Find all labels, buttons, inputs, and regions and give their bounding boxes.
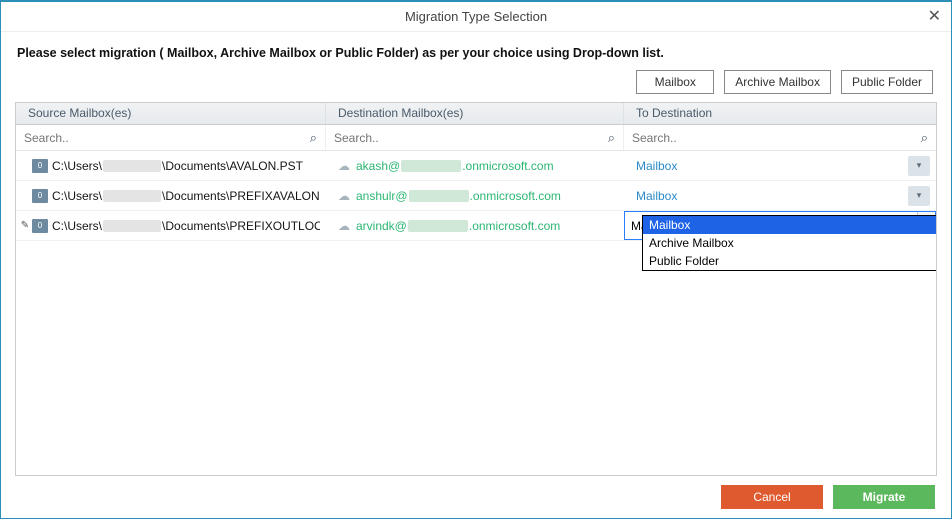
close-icon[interactable]: ✕	[928, 6, 941, 26]
public-folder-button[interactable]: Public Folder	[841, 70, 933, 94]
to-destination-value: Mailbox	[636, 189, 908, 203]
cancel-button[interactable]: Cancel	[721, 485, 823, 509]
header-source[interactable]: Source Mailbox(es)	[16, 103, 326, 124]
dropdown-option-public[interactable]: Public Folder	[643, 252, 937, 270]
redacted-segment	[103, 220, 161, 232]
search-dest-cell: ⌕	[326, 125, 624, 150]
redacted-segment	[408, 220, 468, 232]
header-destination[interactable]: Destination Mailbox(es)	[326, 103, 624, 124]
search-icon[interactable]: ⌕	[921, 130, 928, 146]
type-button-row: Mailbox Archive Mailbox Public Folder	[1, 70, 951, 102]
source-path: C:\Users\\Documents\AVALON.PST	[52, 159, 303, 173]
row-edit-indicator: ✎	[18, 220, 32, 231]
cloud-icon: ☁	[338, 159, 350, 173]
source-path: C:\Users\\Documents\PREFIXOUTLOO...	[52, 219, 320, 233]
redacted-segment	[103, 190, 161, 202]
mailbox-button[interactable]: Mailbox	[636, 70, 714, 94]
migration-grid: Source Mailbox(es) Destination Mailbox(e…	[15, 102, 937, 476]
chevron-down-icon[interactable]: ▾	[908, 186, 930, 206]
redacted-segment	[409, 190, 469, 202]
table-row[interactable]: 0 C:\Users\\Documents\AVALON.PST ☁ akash…	[16, 151, 936, 181]
todest-cell[interactable]: Mailbox ▾	[624, 151, 936, 180]
source-cell: 0 C:\Users\\Documents\AVALON.PST	[16, 151, 326, 180]
redacted-segment	[401, 160, 461, 172]
pst-file-icon: 0	[32, 159, 48, 173]
instruction-text: Please select migration ( Mailbox, Archi…	[1, 32, 951, 70]
chevron-down-icon[interactable]: ▾	[908, 156, 930, 176]
search-source-input[interactable]	[24, 131, 306, 145]
cloud-icon: ☁	[338, 189, 350, 203]
migration-type-dialog: Migration Type Selection ✕ Please select…	[0, 0, 952, 519]
dest-cell: ☁ arvindk@.onmicrosoft.com	[326, 211, 624, 240]
source-cell: ✎ 0 C:\Users\\Documents\PREFIXOUTLOO...	[16, 211, 326, 240]
archive-mailbox-button[interactable]: Archive Mailbox	[724, 70, 831, 94]
search-todest-cell: ⌕	[624, 125, 936, 150]
dropdown-option-archive[interactable]: Archive Mailbox	[643, 234, 937, 252]
search-dest-input[interactable]	[334, 131, 604, 145]
destination-email: akash@.onmicrosoft.com	[356, 159, 554, 173]
search-icon[interactable]: ⌕	[608, 130, 615, 146]
cloud-icon: ☁	[338, 219, 350, 233]
source-cell: 0 C:\Users\\Documents\PREFIXAVALON....	[16, 181, 326, 210]
dialog-footer: Cancel Migrate	[1, 476, 951, 518]
migrate-button[interactable]: Migrate	[833, 485, 935, 509]
header-to-destination[interactable]: To Destination	[624, 103, 936, 124]
source-path: C:\Users\\Documents\PREFIXAVALON....	[52, 189, 320, 203]
search-row: ⌕ ⌕ ⌕	[16, 125, 936, 151]
destination-email: anshulr@.onmicrosoft.com	[356, 189, 561, 203]
titlebar: Migration Type Selection ✕	[1, 2, 951, 32]
dropdown-option-mailbox[interactable]: Mailbox	[643, 216, 937, 234]
grid-header: Source Mailbox(es) Destination Mailbox(e…	[16, 103, 936, 125]
dest-cell: ☁ akash@.onmicrosoft.com	[326, 151, 624, 180]
to-destination-dropdown[interactable]: Mailbox Archive Mailbox Public Folder	[642, 215, 937, 271]
pst-file-icon: 0	[32, 219, 48, 233]
search-icon[interactable]: ⌕	[310, 130, 317, 146]
to-destination-value: Mailbox	[636, 159, 908, 173]
table-row[interactable]: 0 C:\Users\\Documents\PREFIXAVALON.... ☁…	[16, 181, 936, 211]
pst-file-icon: 0	[32, 189, 48, 203]
destination-email: arvindk@.onmicrosoft.com	[356, 219, 560, 233]
redacted-segment	[103, 160, 161, 172]
todest-cell[interactable]: Mailbox ▾	[624, 181, 936, 210]
dialog-title: Migration Type Selection	[405, 9, 547, 24]
search-source-cell: ⌕	[16, 125, 326, 150]
dest-cell: ☁ anshulr@.onmicrosoft.com	[326, 181, 624, 210]
search-todest-input[interactable]	[632, 131, 917, 145]
